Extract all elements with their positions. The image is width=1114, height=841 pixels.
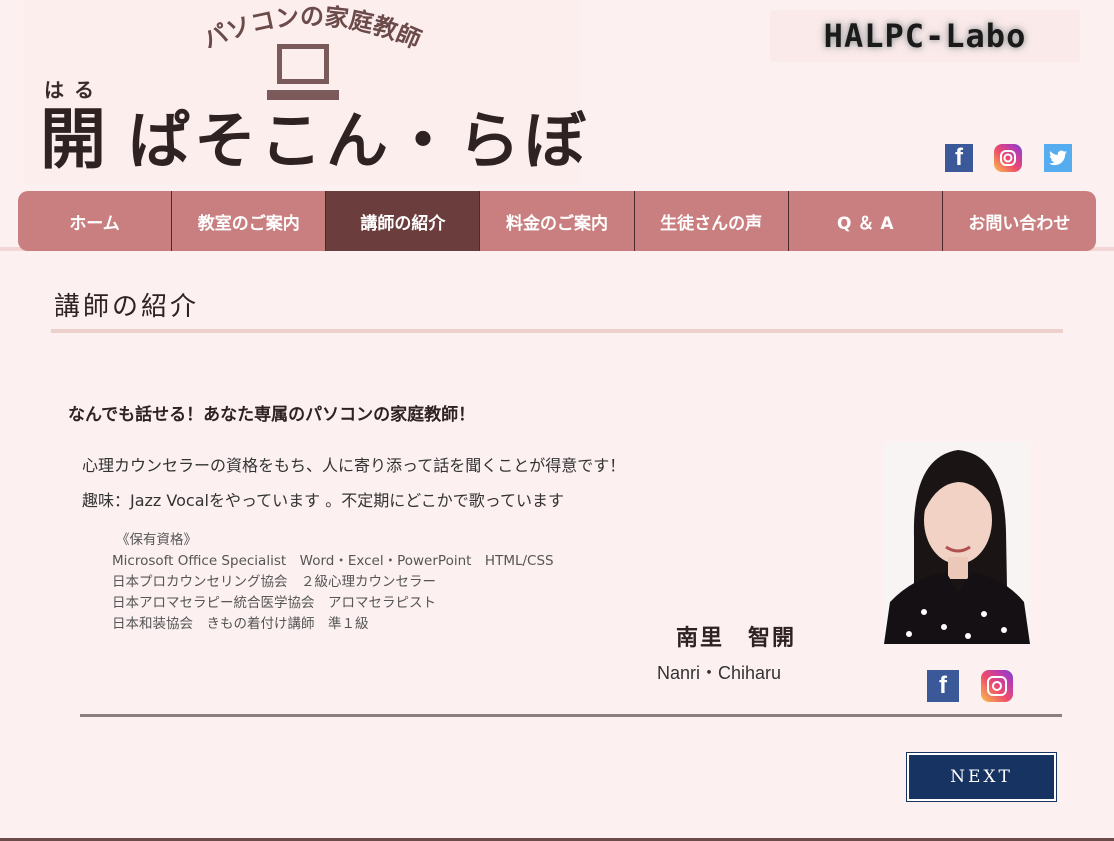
qualification-item: Microsoft Office Specialist Word・Excel・P… <box>112 553 554 569</box>
brand-badge[interactable]: HALPC-Labo <box>770 10 1080 62</box>
nav-item-contact[interactable]: お問い合わせ <box>943 191 1096 251</box>
profile-divider <box>80 714 1062 717</box>
nav-item-pricing[interactable]: 料金のご案内 <box>480 191 635 251</box>
next-button[interactable]: NEXT <box>907 753 1056 801</box>
qualification-item: 日本プロカウンセリング協会 ２級心理カウンセラー <box>112 574 436 590</box>
instructor-name-jp: 南里 智開 <box>676 626 797 651</box>
profile-headline: なんでも話せる！あなた専属のパソコンの家庭教師！ <box>68 405 476 425</box>
logo-title: 開ぱそこん・らぼ <box>40 100 590 181</box>
page-title: 講師の紹介 <box>54 292 200 322</box>
profile-hobby: 趣味：Jazz Vocalをやっています 。不定期にどこかで歌っています <box>82 491 564 510</box>
profile-intro: 心理カウンセラーの資格をもち、人に寄り添って話を聞くことが得意です！ <box>82 456 626 475</box>
qualifications-heading: 《保有資格》 <box>116 532 197 548</box>
main-nav: ホーム 教室のご案内 講師の紹介 料金のご案内 生徒さんの声 Q ＆ A お問い… <box>18 191 1096 251</box>
logo-kanji: 開 <box>40 101 110 178</box>
logo-furigana: はる <box>44 78 104 102</box>
nav-item-classroom[interactable]: 教室のご案内 <box>172 191 327 251</box>
nav-item-testimonials[interactable]: 生徒さんの声 <box>635 191 789 251</box>
nav-item-faq[interactable]: Q ＆ A <box>789 191 943 251</box>
title-divider <box>51 329 1063 333</box>
laptop-icon <box>267 44 339 100</box>
qualifications-list: 《保有資格》 Microsoft Office Specialist Word・… <box>112 530 554 635</box>
qualification-item: 日本アロマセラピー統合医学協会 アロマセラピスト <box>112 595 436 611</box>
twitter-icon[interactable] <box>1044 144 1072 172</box>
nav-item-home[interactable]: ホーム <box>18 191 173 251</box>
facebook-icon[interactable]: f <box>927 670 959 702</box>
nav-item-instructor[interactable]: 講師の紹介 <box>326 191 481 251</box>
logo-main-text: ぱそこん・らぼ <box>128 104 591 177</box>
qualification-item: 日本和装協会 きもの着付け講師 準１級 <box>112 616 369 632</box>
instructor-name-en: Nanri・Chiharu <box>657 663 782 683</box>
instagram-icon[interactable] <box>994 144 1022 172</box>
facebook-icon[interactable]: f <box>945 144 973 172</box>
instructor-photo <box>884 442 1030 644</box>
instagram-icon[interactable] <box>981 670 1013 702</box>
